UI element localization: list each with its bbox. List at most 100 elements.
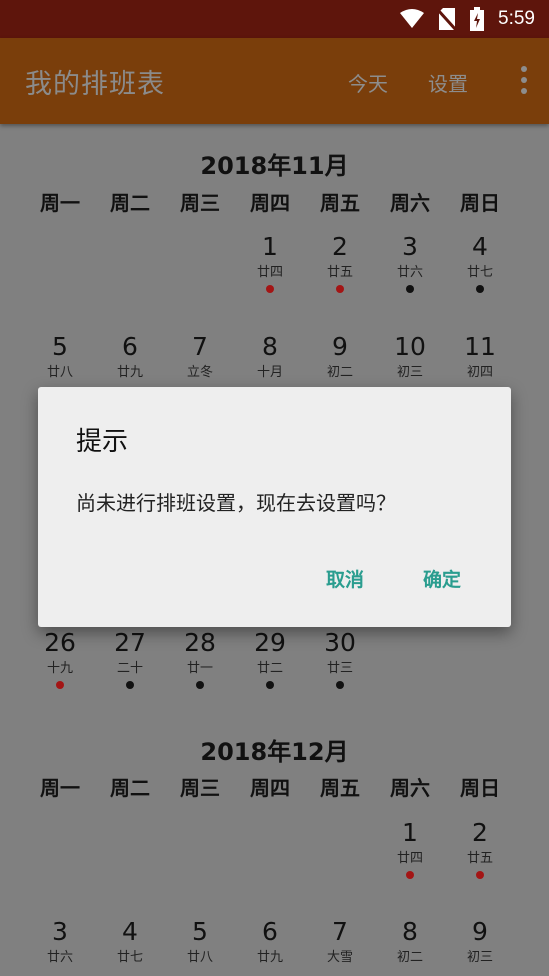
calendar-day-cell[interactable]: 26 十九 bbox=[25, 628, 95, 698]
lunar-date: 十九 bbox=[46, 661, 73, 676]
calendar-day-cell[interactable]: 5 廿八 bbox=[165, 917, 235, 976]
status-time: 5:59 bbox=[498, 8, 535, 29]
weekday-label: 周五 bbox=[320, 776, 360, 800]
weekday-label: 周四 bbox=[250, 191, 290, 215]
dialog-title: 提示 bbox=[76, 427, 129, 457]
day-number: 3 bbox=[52, 917, 68, 946]
day-number: 4 bbox=[472, 232, 488, 261]
calendar-day-cell[interactable]: 30 廿三 bbox=[305, 628, 375, 698]
lunar-date: 廿五 bbox=[466, 851, 493, 866]
calendar-day-cell[interactable]: 2 廿五 bbox=[305, 232, 375, 302]
day-number: 6 bbox=[262, 917, 278, 946]
calendar-day-cell[interactable]: 1 廿四 bbox=[375, 818, 445, 888]
weekday-label: 周五 bbox=[320, 191, 360, 215]
today-button[interactable]: 今天 bbox=[348, 68, 388, 97]
calendar-day-cell[interactable]: 6 廿九 bbox=[235, 917, 305, 976]
month-title: 2018年12月 bbox=[200, 738, 349, 766]
lunar-date: 初三 bbox=[466, 950, 493, 965]
shift-dot bbox=[336, 285, 344, 293]
lunar-date: 初二 bbox=[326, 365, 353, 380]
month-title: 2018年11月 bbox=[200, 152, 349, 180]
weekday-label: 周一 bbox=[40, 191, 80, 215]
weekday-label: 周三 bbox=[180, 776, 220, 800]
lunar-date: 立冬 bbox=[186, 365, 213, 380]
day-number: 6 bbox=[122, 332, 138, 361]
calendar-week: 1 廿四 2 廿五 bbox=[25, 818, 549, 888]
calendar-day-cell[interactable]: 28 廿一 bbox=[165, 628, 235, 698]
lunar-date: 廿四 bbox=[396, 851, 423, 866]
lunar-date: 廿三 bbox=[326, 661, 353, 676]
lunar-date: 廿九 bbox=[256, 950, 283, 965]
day-number: 30 bbox=[324, 628, 356, 657]
status-bar: 5:59 bbox=[0, 0, 549, 38]
day-number: 9 bbox=[332, 332, 348, 361]
day-number: 2 bbox=[332, 232, 348, 261]
day-number: 10 bbox=[394, 332, 426, 361]
lunar-date: 廿四 bbox=[256, 265, 283, 280]
weekday-label: 周二 bbox=[110, 191, 150, 215]
wifi-icon bbox=[400, 9, 425, 28]
shift-dot bbox=[476, 871, 484, 879]
weekday-label: 周四 bbox=[250, 776, 290, 800]
day-number: 28 bbox=[184, 628, 216, 657]
day-number: 29 bbox=[254, 628, 286, 657]
weekday-label: 周日 bbox=[460, 191, 500, 215]
lunar-date: 廿八 bbox=[186, 950, 213, 965]
confirm-button[interactable]: 确定 bbox=[423, 565, 461, 592]
lunar-date: 廿五 bbox=[326, 265, 353, 280]
day-number: 7 bbox=[192, 332, 208, 361]
weekday-header: 周一 周二 周三 周四 周五 周六 周日 bbox=[25, 187, 549, 215]
shift-dot bbox=[126, 681, 134, 689]
calendar-day-cell[interactable]: 4 廿七 bbox=[445, 232, 515, 302]
weekday-label: 周六 bbox=[390, 776, 430, 800]
shift-dot bbox=[406, 871, 414, 879]
lunar-date: 初三 bbox=[396, 365, 423, 380]
day-number: 26 bbox=[44, 628, 76, 657]
weekday-label: 周日 bbox=[460, 776, 500, 800]
cancel-button[interactable]: 取消 bbox=[326, 565, 364, 592]
shift-dot bbox=[196, 681, 204, 689]
lunar-date: 廿七 bbox=[466, 265, 493, 280]
settings-button[interactable]: 设置 bbox=[428, 68, 468, 97]
lunar-date: 廿一 bbox=[186, 661, 213, 676]
lunar-date: 初二 bbox=[396, 950, 423, 965]
day-number: 9 bbox=[472, 917, 488, 946]
more-vert-icon[interactable] bbox=[519, 66, 529, 96]
shift-dot bbox=[476, 285, 484, 293]
calendar-day-cell[interactable]: 8 初二 bbox=[375, 917, 445, 976]
calendar-day-cell[interactable]: 3 廿六 bbox=[25, 917, 95, 976]
lunar-date: 初四 bbox=[466, 365, 493, 380]
day-number: 1 bbox=[262, 232, 278, 261]
day-number: 1 bbox=[402, 818, 418, 847]
lunar-date: 廿六 bbox=[396, 265, 423, 280]
day-number: 5 bbox=[52, 332, 68, 361]
weekday-label: 周三 bbox=[180, 191, 220, 215]
day-number: 4 bbox=[122, 917, 138, 946]
calendar-day-cell[interactable]: 3 廿六 bbox=[375, 232, 445, 302]
lunar-date: 廿二 bbox=[256, 661, 283, 676]
calendar-day-cell[interactable]: 29 廿二 bbox=[235, 628, 305, 698]
app-bar: 我的排班表 今天 设置 bbox=[0, 38, 549, 124]
lunar-date: 大雪 bbox=[326, 950, 353, 965]
day-number: 2 bbox=[472, 818, 488, 847]
calendar-day-cell[interactable]: 27 二十 bbox=[95, 628, 165, 698]
shift-dot bbox=[406, 285, 414, 293]
calendar-week: 26 十九 27 二十 28 廿一 29 廿二 30 廿三 bbox=[25, 628, 549, 698]
calendar-day-cell[interactable]: 1 廿四 bbox=[235, 232, 305, 302]
lunar-date: 廿九 bbox=[116, 365, 143, 380]
calendar-day-cell[interactable]: 2 廿五 bbox=[445, 818, 515, 888]
lunar-date: 二十 bbox=[116, 661, 143, 676]
calendar-day-cell[interactable]: 7 大雪 bbox=[305, 917, 375, 976]
shift-dot bbox=[266, 285, 274, 293]
dialog-message: 尚未进行排班设置，现在去设置吗？ bbox=[76, 491, 396, 515]
calendar-day-cell[interactable]: 9 初三 bbox=[445, 917, 515, 976]
lunar-date: 十月 bbox=[256, 365, 283, 380]
no-sim-icon bbox=[438, 8, 457, 30]
day-number: 8 bbox=[402, 917, 418, 946]
calendar-day-cell[interactable]: 4 廿七 bbox=[95, 917, 165, 976]
day-number: 3 bbox=[402, 232, 418, 261]
day-number: 11 bbox=[464, 332, 496, 361]
lunar-date: 廿八 bbox=[46, 365, 73, 380]
day-number: 5 bbox=[192, 917, 208, 946]
day-number: 7 bbox=[332, 917, 348, 946]
